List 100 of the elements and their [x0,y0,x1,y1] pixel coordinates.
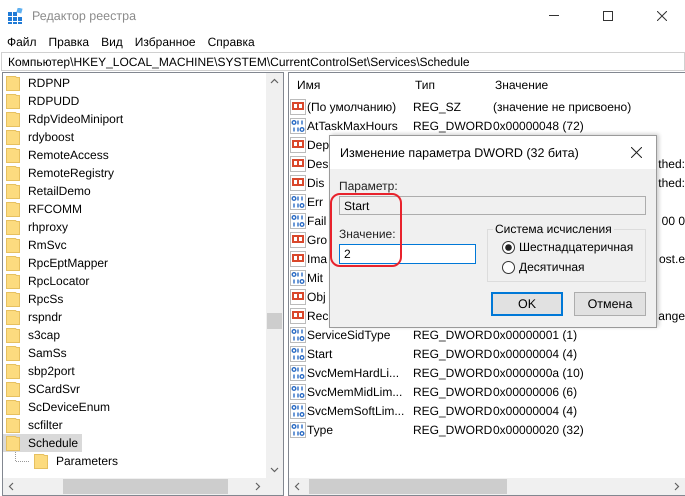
value-name: Des [307,156,328,170]
minimize-icon [549,15,559,16]
menu-item[interactable]: Избранное [128,34,202,48]
radio-option[interactable]: Шестнадцатеричная [502,240,645,254]
value-data: 0x00000020 (32) [493,422,585,436]
value-data: (значение не присвоено) [493,100,632,114]
folder-icon [6,381,21,397]
binary-value-icon [290,422,306,438]
tree-item[interactable]: sbp2port [3,362,79,380]
folder-icon [6,147,21,163]
maximize-icon [603,10,613,20]
string-value-icon [290,308,306,324]
folder-icon [6,327,21,343]
tree-item[interactable]: RpcEptMapper [3,254,112,272]
parameter-name-field[interactable]: Start [339,196,646,215]
tree-item[interactable]: RdpVideoMiniport [3,110,128,128]
tree-item[interactable]: Parameters [31,452,122,470]
value-input-field[interactable]: 2 [339,244,476,264]
value-type: REG_DWORD [413,346,493,360]
tree-item[interactable]: RpcSs [3,290,68,308]
tree-item[interactable]: RetailDemo [3,182,95,200]
folder-icon [6,309,21,325]
value-name: Rec [307,308,328,322]
tree-item[interactable]: SCardSvr [3,380,84,398]
value-name: Obj [307,290,326,304]
tree-item[interactable]: RemoteAccess [3,146,113,164]
value-data: thed: [658,176,685,190]
tree-item[interactable]: RDPNP [3,74,74,92]
tree-item[interactable]: Schedule [3,434,82,452]
scroll-up-icon[interactable] [270,78,279,84]
value-name: Fail [307,214,326,228]
tree-item[interactable]: RpcLocator [3,272,94,290]
menu-item[interactable]: Правка [42,34,96,48]
string-value-icon [290,156,306,172]
value-name: Dis [307,176,324,190]
binary-value-icon [290,384,306,400]
vertical-scrollbar[interactable] [266,73,283,478]
close-icon [657,10,667,20]
folder-icon [6,417,21,433]
value-type: REG_DWORD [413,422,493,436]
value-data: ost.e [658,252,685,266]
folder-icon [6,435,21,451]
tree-item[interactable]: RmSvc [3,236,71,254]
scroll-thumb[interactable] [267,313,282,329]
tree-item[interactable]: RDPUDD [3,92,84,110]
tree-item[interactable]: ScDeviceEnum [3,398,114,416]
tree-item[interactable]: rdyboost [3,128,78,146]
value-name: Err [307,194,323,208]
binary-value-icon [290,194,306,210]
tree-item[interactable]: scfilter [3,416,67,434]
scroll-thumb[interactable] [63,479,228,494]
tree-item[interactable]: rspndr [3,308,66,326]
scroll-right-icon[interactable] [674,482,680,491]
menu-item[interactable]: Вид [95,34,129,48]
value-name: ServiceSidType [307,328,390,342]
scroll-right-icon[interactable] [255,482,261,491]
value-data: 0x00000006 (6) [493,384,578,398]
value-name: Dep [307,138,330,152]
value-name: (По умолчанию) [307,100,396,114]
value-data: 00 0 [662,214,685,228]
tree-item[interactable]: RFCOMM [3,200,86,218]
menu-item[interactable]: Справка [202,34,261,48]
folder-icon [6,201,21,217]
address-bar[interactable]: Компьютер\HKEY_LOCAL_MACHINE\SYSTEM\CurrentControlSet\Services\Schedule [1,52,685,71]
tree-item[interactable]: s3cap [3,326,64,344]
value-name: Type [307,422,334,436]
value-data: 0x00000001 (1) [493,328,578,342]
column-header[interactable]: Тип [413,78,493,92]
tree-item[interactable]: SamSs [3,344,71,362]
value-type: REG_DWORD [413,366,493,380]
scroll-left-icon[interactable] [294,482,300,491]
scroll-thumb[interactable] [309,479,507,494]
binary-value-icon [290,402,306,418]
tree-connector [15,452,29,462]
string-value-icon [290,250,306,266]
scroll-down-icon[interactable] [270,467,279,473]
column-header[interactable]: Имя [289,78,413,92]
value-name: Ima [307,252,328,266]
folder-icon [6,111,21,127]
column-header[interactable]: Значение [493,78,685,92]
folder-icon [6,165,21,181]
radio-option[interactable]: Десятичная [502,260,645,274]
folder-icon [6,291,21,307]
value-data: 0x00000004 (4) [493,404,578,418]
value-name: SvcMemSoftLim... [307,404,404,418]
value-name: SvcMemMidLim... [307,384,402,398]
dialog-button[interactable]: OK [491,292,563,316]
value-type: REG_DWORD [413,384,493,398]
horizontal-scrollbar[interactable] [3,478,266,495]
tree-item[interactable]: rhproxy [3,218,72,236]
window-title: Редактор реестра [32,8,138,22]
tree-item[interactable]: RemoteRegistry [3,164,118,182]
scroll-left-icon[interactable] [8,482,14,491]
horizontal-scrollbar[interactable] [289,478,685,495]
dialog-button[interactable]: Отмена [574,292,646,316]
binary-value-icon [290,212,306,228]
dialog-title: Изменение параметра DWORD (32 бита) [340,146,580,160]
folder-icon [6,255,21,271]
menu-item[interactable]: Файл [1,34,43,48]
registry-editor-icon [8,8,24,24]
